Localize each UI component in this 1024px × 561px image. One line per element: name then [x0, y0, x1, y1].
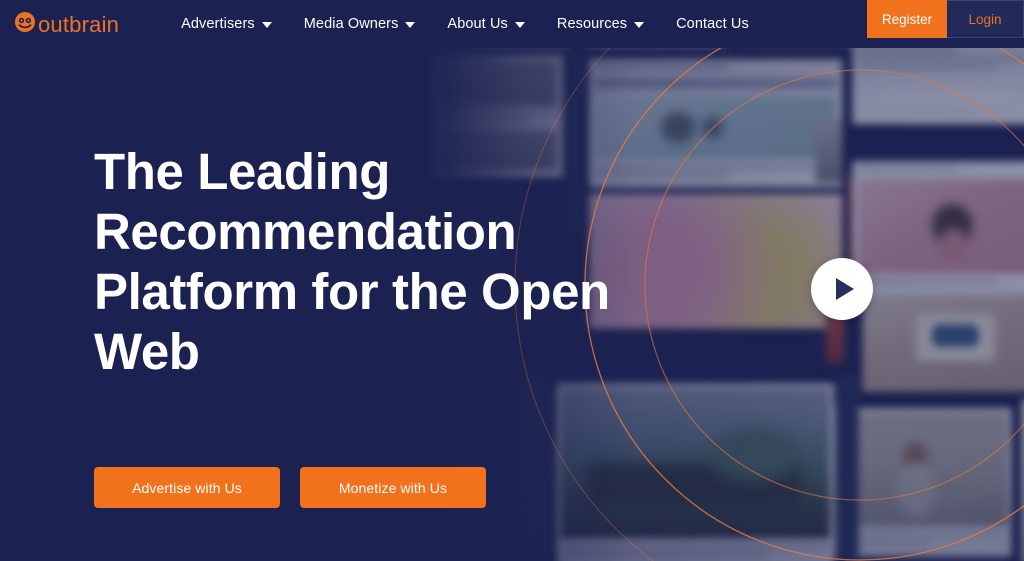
- logo-wordmark: outbrain: [38, 12, 120, 37]
- outbrain-logo[interactable]: outbrain: [14, 0, 119, 48]
- chevron-down-icon: [405, 22, 416, 28]
- advertise-with-us-button[interactable]: Advertise with Us: [94, 467, 280, 508]
- hero-title: The Leading Recommendation Platform for …: [94, 143, 610, 380]
- auth-buttons: Register Login: [867, 0, 1024, 38]
- nav-item-about-us[interactable]: About Us: [431, 0, 540, 48]
- chevron-down-icon: [261, 22, 272, 28]
- main-navigation: Advertisers Media Owners About Us Resour…: [165, 0, 765, 48]
- nav-item-media-owners[interactable]: Media Owners: [288, 0, 432, 48]
- hero-content: The Leading Recommendation Platform for …: [94, 142, 654, 382]
- chevron-down-icon: [514, 22, 525, 28]
- login-button[interactable]: Login: [947, 0, 1024, 38]
- outbrain-o-icon: [14, 11, 36, 38]
- play-video-button[interactable]: [811, 258, 873, 320]
- nav-item-resources[interactable]: Resources: [541, 0, 660, 48]
- site-header: outbrain Advertisers Media Owners About …: [0, 0, 1024, 48]
- page-root: outbrain Advertisers Media Owners About …: [0, 0, 1024, 561]
- nav-item-contact-us[interactable]: Contact Us: [660, 0, 765, 48]
- hero-cta-row: Advertise with Us Monetize with Us: [94, 467, 486, 508]
- register-button[interactable]: Register: [867, 0, 947, 38]
- nav-label-contact-us: Contact Us: [676, 16, 749, 32]
- nav-label-about-us: About Us: [447, 16, 508, 32]
- nav-label-advertisers: Advertisers: [181, 16, 255, 32]
- nav-label-resources: Resources: [556, 16, 628, 32]
- nav-label-media-owners: Media Owners: [303, 16, 399, 32]
- monetize-with-us-button[interactable]: Monetize with Us: [300, 467, 486, 508]
- chevron-down-icon: [634, 22, 645, 28]
- nav-item-advertisers[interactable]: Advertisers: [165, 0, 288, 48]
- play-icon: [835, 278, 854, 300]
